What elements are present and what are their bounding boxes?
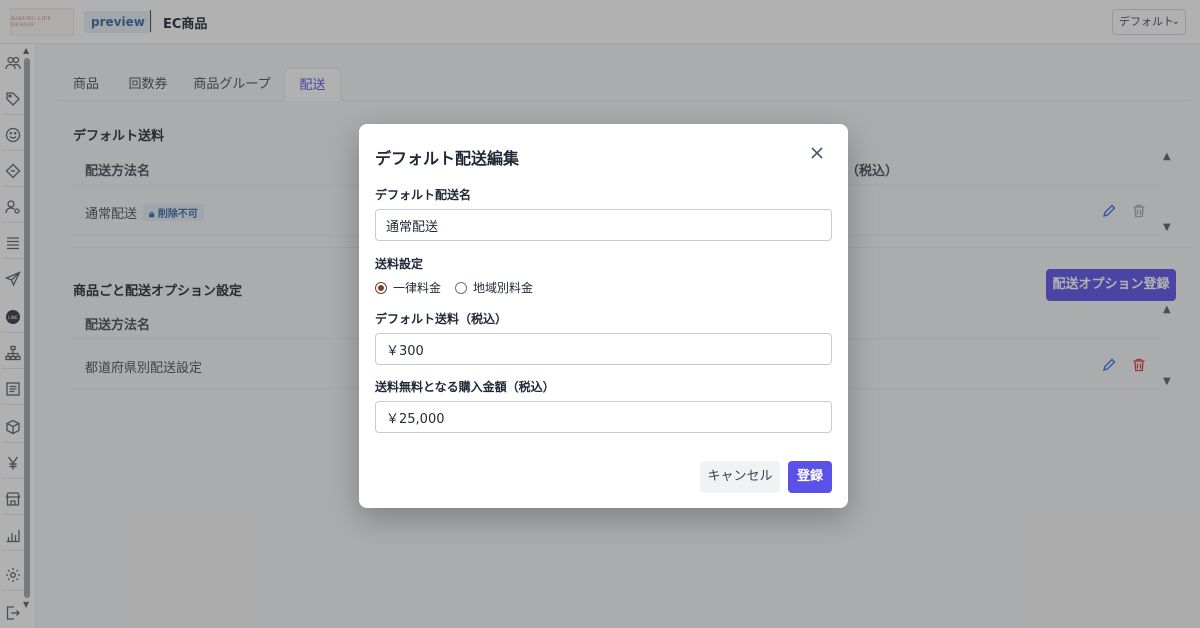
close-icon[interactable] bbox=[808, 144, 826, 162]
cancel-button[interactable]: キャンセル bbox=[700, 461, 780, 493]
shipping-name-label: デフォルト配送名 bbox=[375, 188, 472, 202]
free-shipping-threshold-input[interactable] bbox=[375, 401, 832, 433]
default-fee-input[interactable] bbox=[375, 333, 832, 365]
shipping-name-input[interactable] bbox=[375, 209, 832, 241]
radio-regional-rate-label[interactable]: 地域別料金 bbox=[473, 279, 533, 296]
free-shipping-threshold-label: 送料無料となる購入金額（税込） bbox=[375, 380, 555, 394]
fee-setting-label: 送料設定 bbox=[375, 257, 424, 271]
register-button[interactable]: 登録 bbox=[788, 461, 832, 493]
fee-setting-radio-group: 一律料金 地域別料金 bbox=[375, 279, 547, 296]
radio-flat-rate-label[interactable]: 一律料金 bbox=[393, 279, 441, 296]
default-fee-label: デフォルト送料（税込） bbox=[375, 312, 508, 326]
radio-flat-rate[interactable] bbox=[375, 281, 387, 294]
dialog-title: デフォルト配送編集 bbox=[375, 149, 520, 168]
radio-regional-rate[interactable] bbox=[455, 281, 468, 294]
edit-default-shipping-dialog: デフォルト配送編集 デフォルト配送名 送料設定 一律料金 地域別料金 デフォルト… bbox=[359, 124, 848, 508]
